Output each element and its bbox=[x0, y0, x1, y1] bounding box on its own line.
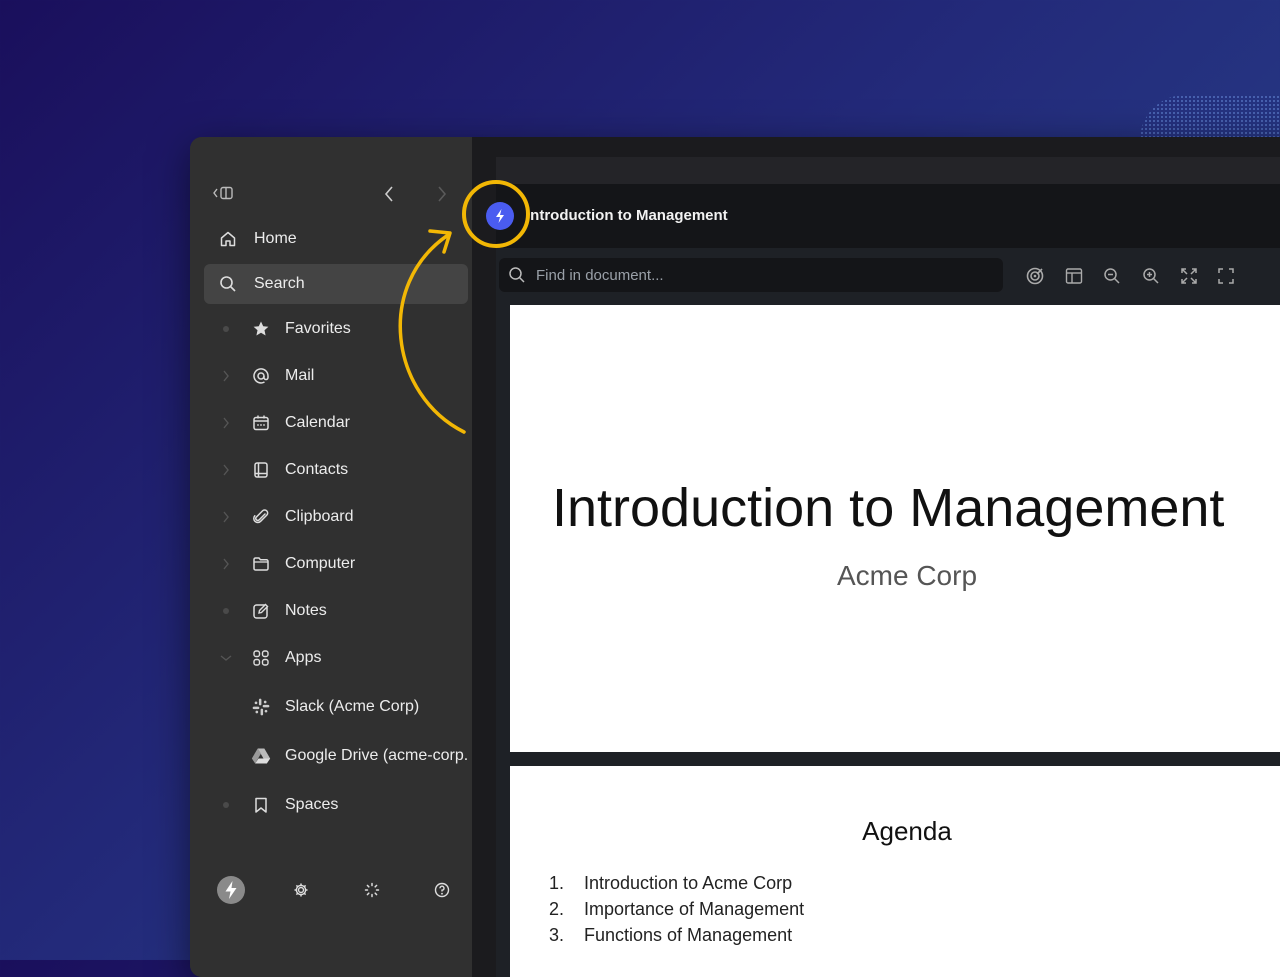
back-arrow-icon[interactable] bbox=[383, 185, 395, 205]
find-in-document bbox=[499, 258, 1003, 292]
find-in-document-input[interactable] bbox=[534, 265, 978, 285]
sidebar-item-label: Mail bbox=[285, 367, 315, 384]
sidebar-item-contacts[interactable]: Contacts bbox=[204, 450, 474, 490]
chevron-down-icon[interactable] bbox=[216, 654, 236, 662]
document-page-1: Introduction to Management Acme Corp bbox=[510, 305, 1280, 752]
sidebar-item-label: Computer bbox=[285, 555, 356, 572]
nav-search-label: Search bbox=[254, 275, 305, 292]
chevron-right-icon[interactable] bbox=[216, 511, 236, 523]
search-icon bbox=[218, 274, 238, 294]
sidebar-item-label: Calendar bbox=[285, 414, 350, 431]
main-area: Introduction to Management Find in docum… bbox=[472, 137, 1280, 977]
sidebar-item-slack[interactable]: Slack (Acme Corp) bbox=[204, 687, 474, 727]
calendar-icon bbox=[251, 413, 271, 433]
list-item: 1. Introduction to Acme Corp bbox=[549, 873, 804, 899]
agenda-heading: Agenda bbox=[862, 816, 952, 846]
sidebar-item-label: Notes bbox=[285, 602, 327, 619]
list-number: 3. bbox=[549, 925, 565, 945]
sidebar-item-clipboard[interactable]: Clipboard bbox=[204, 497, 474, 537]
agenda-list: 1. Introduction to Acme Corp 2. Importance… bbox=[549, 873, 804, 951]
curved-arrow-annotation bbox=[398, 229, 466, 434]
chevron-right-icon[interactable] bbox=[216, 464, 236, 476]
document-page-2: Agenda 1. Introduction to Acme Corp 2. Imp… bbox=[510, 766, 1280, 977]
sidebar-item-label: Contacts bbox=[285, 461, 349, 478]
chevron-right-icon[interactable] bbox=[216, 370, 236, 382]
zoom-in-icon[interactable] bbox=[1140, 265, 1162, 287]
sidebar-item-google-drive[interactable]: Google Drive (acme-corp. bbox=[204, 736, 474, 776]
chevron-right-icon[interactable] bbox=[216, 558, 236, 570]
list-item: 2. Importance of Management bbox=[549, 899, 804, 925]
slack-icon bbox=[251, 697, 271, 717]
zoom-out-icon[interactable] bbox=[1101, 265, 1123, 287]
panel-header: Introduction to Management bbox=[486, 184, 1280, 248]
document-title: Introduction to Management bbox=[552, 478, 1225, 538]
paperclip-icon bbox=[251, 507, 271, 527]
list-text: Introduction to Acme Corp bbox=[584, 873, 793, 893]
bullet-dot bbox=[223, 608, 229, 614]
notes-icon bbox=[251, 601, 271, 621]
forward-arrow-icon[interactable] bbox=[436, 185, 448, 205]
list-text: Functions of Management bbox=[584, 925, 793, 945]
sidebar-item-spaces[interactable]: Spaces bbox=[204, 785, 474, 825]
background-dot-pattern bbox=[1140, 95, 1280, 140]
list-number: 1. bbox=[549, 873, 565, 893]
contacts-icon bbox=[251, 460, 271, 480]
sidebar-item-label: Slack (Acme Corp) bbox=[285, 698, 420, 715]
fit-to-page-icon[interactable] bbox=[1178, 265, 1200, 287]
home-icon bbox=[218, 229, 238, 249]
sidebar-bottom-bar bbox=[190, 875, 472, 915]
gear-icon[interactable] bbox=[286, 875, 316, 905]
sidebar-item-apps[interactable]: Apps bbox=[204, 638, 474, 678]
google-drive-icon bbox=[251, 746, 271, 766]
bullet-dot bbox=[223, 326, 229, 332]
background-tab-strip bbox=[496, 157, 1280, 187]
fullscreen-icon[interactable] bbox=[1215, 265, 1237, 287]
sidebar-item-notes[interactable]: Notes bbox=[204, 591, 474, 631]
list-number: 2. bbox=[549, 899, 565, 919]
apps-grid-icon bbox=[251, 648, 271, 668]
bullet-dot bbox=[223, 802, 229, 808]
search-icon bbox=[508, 266, 526, 284]
sidebar-item-computer[interactable]: Computer bbox=[204, 544, 474, 584]
star-icon bbox=[251, 319, 271, 339]
loading-spinner-icon[interactable] bbox=[357, 875, 387, 905]
panel-title: Introduction to Management bbox=[526, 207, 728, 224]
list-item: 3. Functions of Management bbox=[549, 925, 804, 951]
sidebar-item-label: Spaces bbox=[285, 796, 339, 813]
nav-home-label: Home bbox=[254, 230, 297, 247]
folder-icon bbox=[251, 554, 271, 574]
sidebar-item-label: Apps bbox=[285, 649, 322, 666]
toggle-sidebar-icon[interactable] bbox=[212, 185, 236, 205]
sidebar-item-label: Clipboard bbox=[285, 508, 354, 525]
chevron-right-icon[interactable] bbox=[216, 417, 236, 429]
app-logo-button[interactable] bbox=[216, 875, 246, 905]
document-panel: Introduction to Management Find in docum… bbox=[486, 184, 1280, 977]
sidebar-item-label: Favorites bbox=[285, 320, 351, 337]
target-icon[interactable] bbox=[1024, 265, 1046, 287]
app-window: Home Search Favorites Mail Calendar Cont… bbox=[190, 137, 1280, 977]
layout-icon[interactable] bbox=[1063, 265, 1085, 287]
sidebar-item-label: Google Drive (acme-corp. bbox=[285, 747, 469, 764]
at-icon bbox=[251, 366, 271, 386]
list-text: Importance of Management bbox=[584, 899, 805, 919]
document-subtitle: Acme Corp bbox=[836, 560, 978, 591]
help-icon[interactable] bbox=[427, 875, 457, 905]
bookmark-icon bbox=[251, 795, 271, 815]
